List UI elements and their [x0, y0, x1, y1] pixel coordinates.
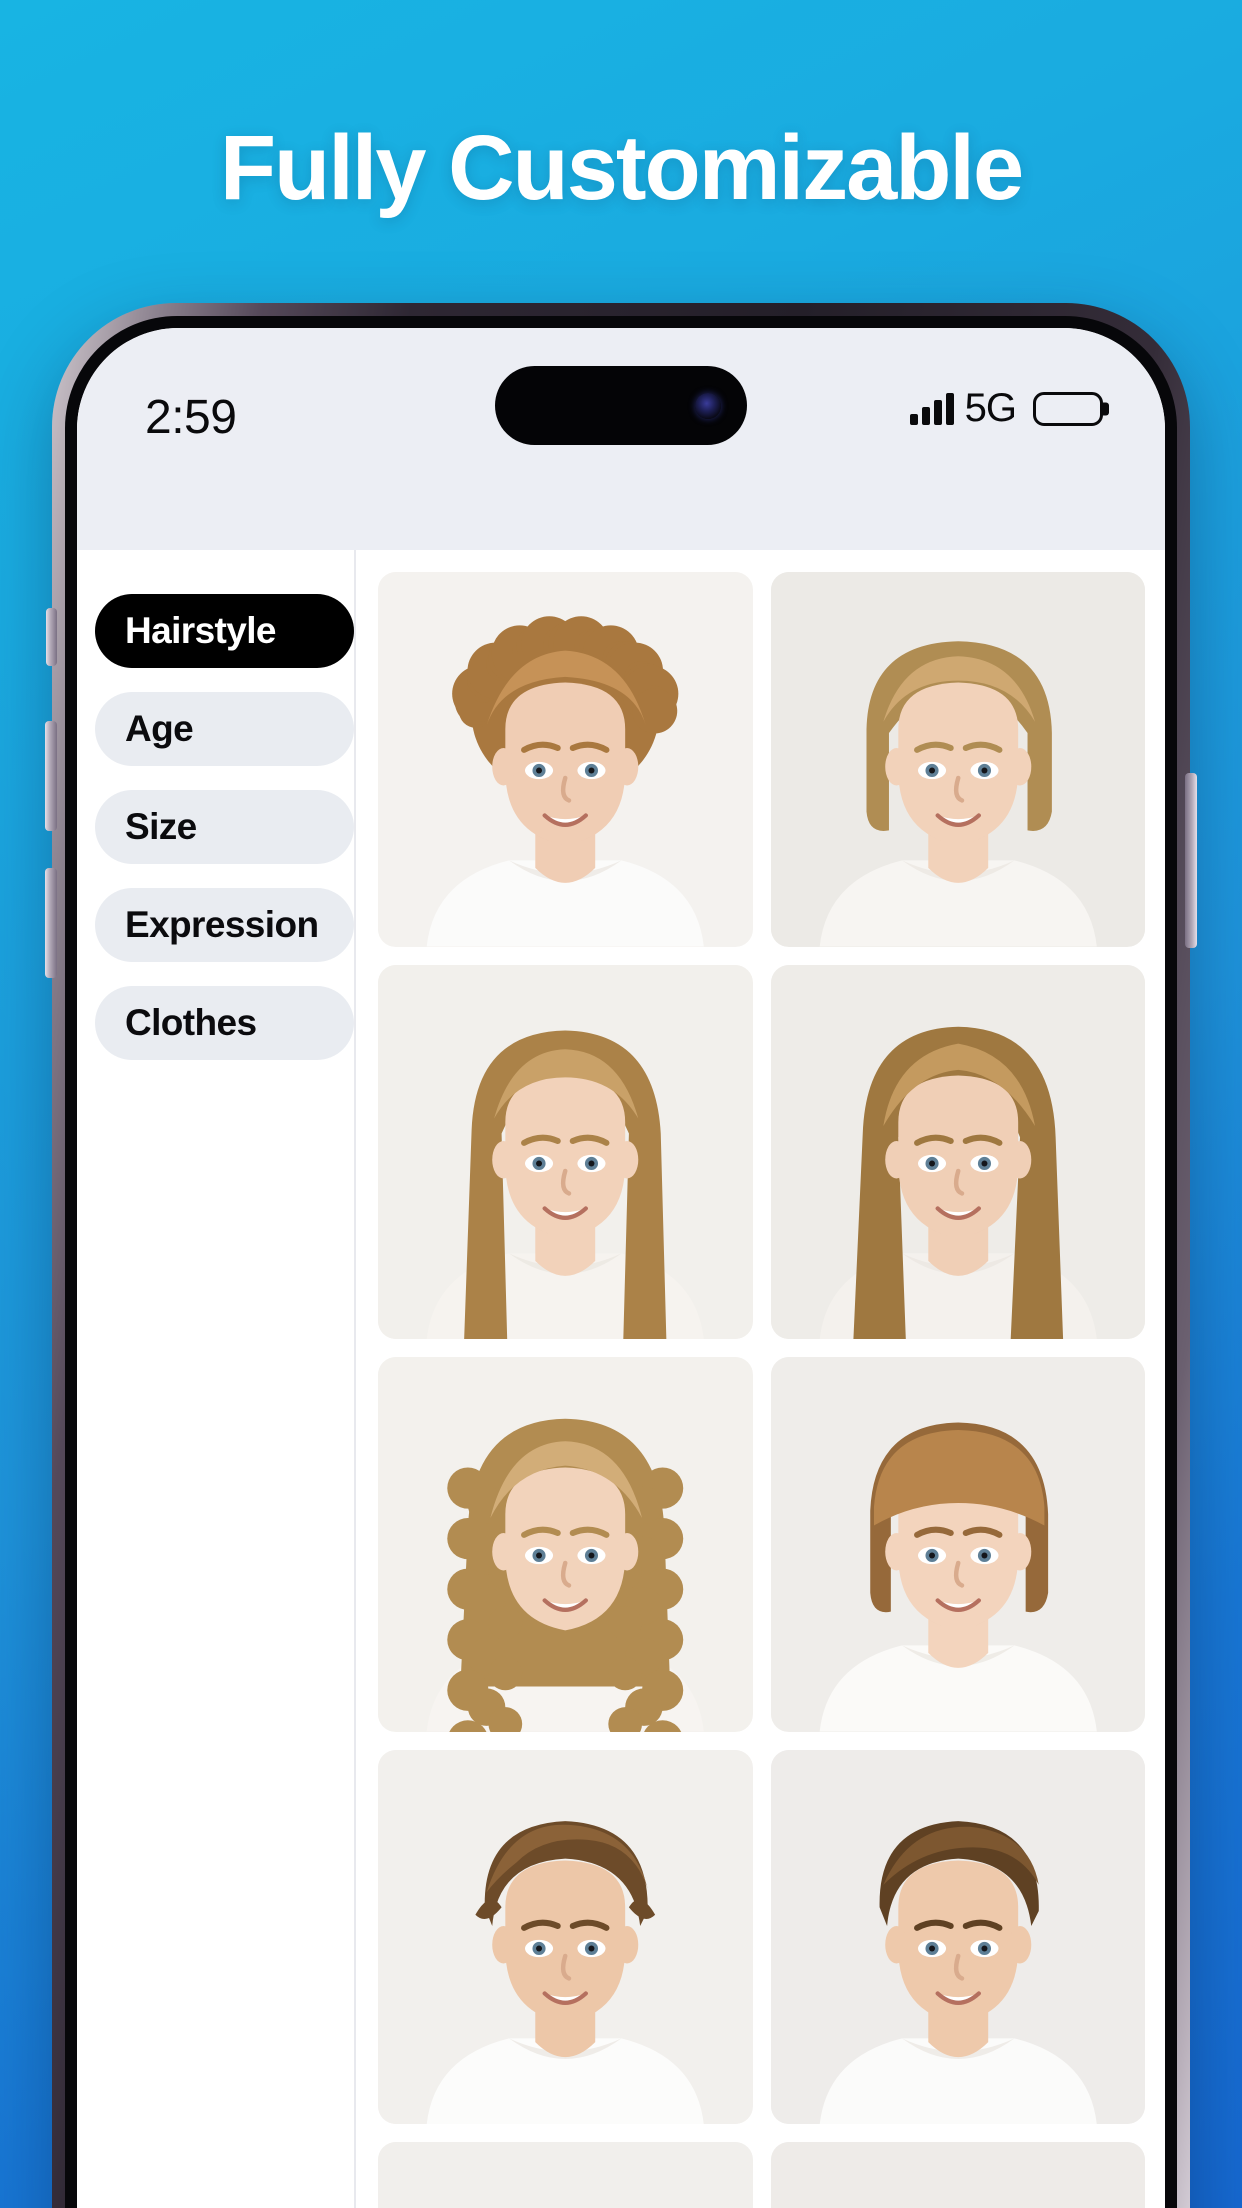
- sidebar-item-age[interactable]: Age: [95, 692, 354, 766]
- grid-thumbnail-long-straight-blonde-woman[interactable]: [378, 964, 753, 1339]
- sidebar-item-clothes[interactable]: Clothes: [95, 986, 354, 1060]
- page-title: Fully Customizable: [219, 117, 1024, 219]
- grid-thumbnail-curly-long-blonde-woman[interactable]: [378, 1357, 753, 1732]
- volume-down-button[interactable]: [45, 868, 57, 978]
- sidebar-item-label: Clothes: [125, 1002, 257, 1043]
- phone-mockup: 2:59 5G Hairstyle Age Size Expression Cl…: [45, 303, 1197, 2208]
- sidebar-item-label: Hairstyle: [125, 610, 277, 651]
- volume-up-button[interactable]: [45, 721, 57, 831]
- sidebar-item-expression[interactable]: Expression: [95, 888, 354, 962]
- phone-screen: 2:59 5G Hairstyle Age Size Expression Cl…: [77, 328, 1165, 2208]
- grid-thumbnail-curly-short-blonde-woman[interactable]: [378, 572, 753, 947]
- status-bar: 2:59 5G: [77, 328, 1165, 550]
- battery-full-icon: [1033, 391, 1109, 426]
- grid-thumbnail-long-straight-parted-woman[interactable]: [770, 964, 1145, 1339]
- front-camera-icon: [695, 392, 721, 419]
- hairstyle-thumbnail-grid[interactable]: [356, 550, 1165, 2208]
- grid-thumbnail-slick-back-man[interactable]: [770, 2142, 1145, 2208]
- sidebar-item-hairstyle[interactable]: Hairstyle: [95, 594, 354, 668]
- signal-bars-icon: [909, 392, 954, 425]
- sidebar-item-label: Expression: [125, 904, 319, 945]
- status-clock: 2:59: [145, 391, 237, 444]
- category-sidebar: Hairstyle Age Size Expression Clothes: [77, 550, 356, 2208]
- sidebar-item-label: Size: [125, 806, 197, 847]
- network-type-label: 5G: [964, 386, 1017, 430]
- promo-screenshot: Fully Customizable 2:59 5G Hairstyle Age…: [0, 0, 1242, 2208]
- sidebar-item-size[interactable]: Size: [95, 790, 354, 864]
- action-button[interactable]: [46, 608, 57, 666]
- app-content: Hairstyle Age Size Expression Clothes: [77, 550, 1165, 2208]
- phone-bezel: 2:59 5G Hairstyle Age Size Expression Cl…: [65, 316, 1177, 2208]
- power-button[interactable]: [1185, 773, 1197, 948]
- grid-thumbnail-straight-bob-blonde-woman[interactable]: [770, 572, 1145, 947]
- grid-thumbnail-wavy-quiff-man[interactable]: [378, 1749, 753, 2124]
- grid-thumbnail-textured-crop-man[interactable]: [378, 2142, 753, 2208]
- sidebar-item-label: Age: [125, 708, 194, 749]
- status-indicators: 5G: [909, 386, 1109, 431]
- dynamic-island: [495, 366, 747, 445]
- grid-thumbnail-bob-with-bangs-girl[interactable]: [770, 1357, 1145, 1732]
- grid-thumbnail-side-part-man[interactable]: [770, 1749, 1145, 2124]
